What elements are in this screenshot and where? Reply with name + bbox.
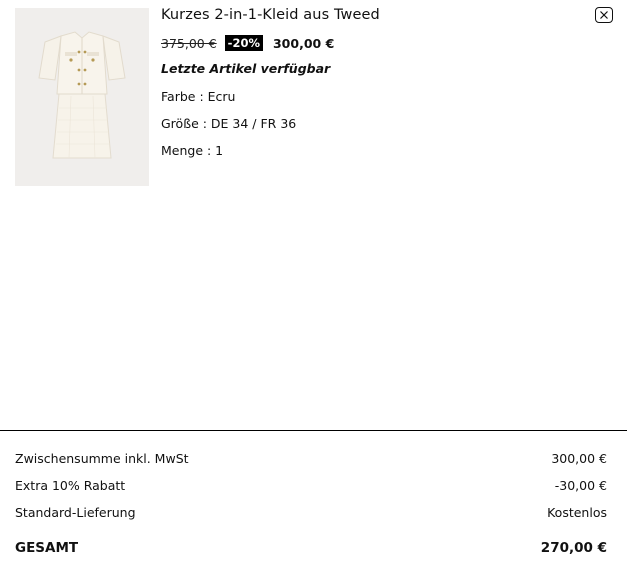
subtotal-value: 300,00 € — [551, 451, 607, 466]
shipping-value: Kostenlos — [547, 505, 607, 520]
summary-divider — [0, 430, 627, 431]
subtotal-label: Zwischensumme inkl. MwSt — [15, 451, 189, 466]
total-label: GESAMT — [15, 540, 79, 556]
size-attribute: Größe : DE 34 / FR 36 — [161, 116, 297, 131]
total-value: 270,00 € — [540, 540, 607, 556]
shipping-row: Standard-Lieferung Kostenlos — [15, 505, 607, 520]
discount-row: Extra 10% Rabatt -30,00 € — [15, 478, 607, 493]
shipping-label: Standard-Lieferung — [15, 505, 136, 520]
product-image[interactable] — [15, 8, 149, 186]
close-icon — [600, 11, 608, 19]
quantity-attribute: Menge : 1 — [161, 143, 224, 158]
discount-value: -30,00 € — [554, 478, 607, 493]
product-title[interactable]: Kurzes 2-in-1-Kleid aus Tweed — [161, 7, 380, 23]
discount-label: Extra 10% Rabatt — [15, 478, 126, 493]
original-price: 375,00 € — [161, 35, 217, 51]
total-row: GESAMT 270,00 € — [15, 540, 607, 556]
tweed-dress-image — [38, 31, 126, 159]
price-row: 375,00 € -20% 300,00 € — [161, 34, 334, 52]
stock-notice: Letzte Artikel verfügbar — [161, 61, 331, 76]
sale-price: 300,00 € — [272, 35, 335, 51]
remove-item-button[interactable] — [595, 7, 613, 23]
discount-badge: -20% — [224, 35, 263, 51]
subtotal-row: Zwischensumme inkl. MwSt 300,00 € — [15, 451, 607, 466]
color-attribute: Farbe : Ecru — [161, 89, 236, 104]
